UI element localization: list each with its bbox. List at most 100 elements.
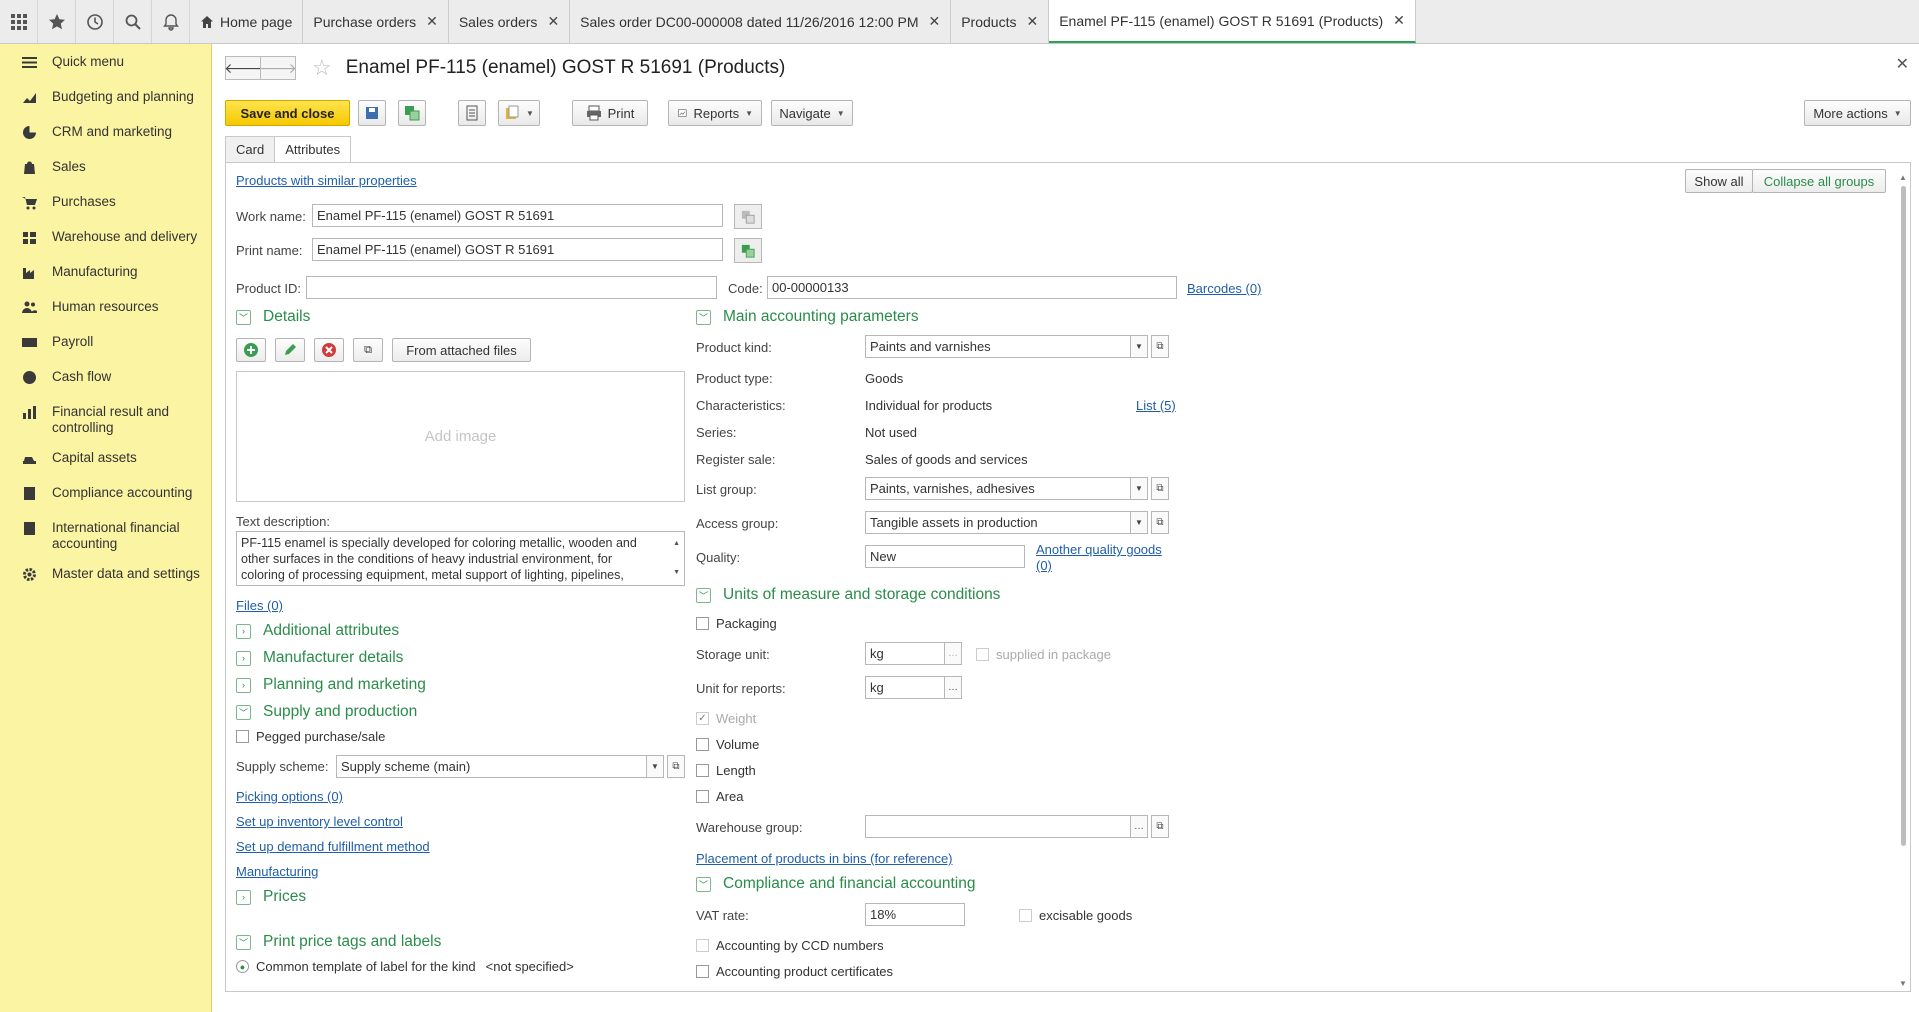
label-template-radio[interactable]: ● Common template of label for the kind <n… bbox=[236, 959, 574, 974]
close-tab-icon[interactable]: ✕ bbox=[426, 13, 438, 30]
apps-grid-icon[interactable] bbox=[0, 0, 38, 43]
supply-scheme-open-icon[interactable]: ⧉ bbox=[667, 755, 685, 778]
sidebar-item-warehouse[interactable]: Warehouse and delivery bbox=[0, 222, 211, 257]
create-based-on-icon[interactable]: ▼ bbox=[498, 100, 540, 126]
product-kind-open-icon[interactable]: ⧉ bbox=[1151, 335, 1169, 358]
unit-reports-input[interactable]: kg bbox=[865, 676, 945, 699]
barcodes-link[interactable]: Barcodes (0) bbox=[1187, 281, 1261, 296]
more-actions-button[interactable]: More actions ▼ bbox=[1804, 100, 1911, 126]
print-name-input[interactable]: Enamel PF-115 (enamel) GOST R 51691 bbox=[312, 238, 723, 261]
favorite-star-icon[interactable]: ☆ bbox=[312, 55, 332, 81]
print-tags-group[interactable]: ﹀ Print price tags and labels bbox=[236, 933, 441, 951]
details-group-header[interactable]: ﹀ Details bbox=[236, 308, 310, 326]
excisable-checkbox[interactable]: excisable goods bbox=[1019, 908, 1132, 923]
close-tab-icon[interactable]: ✕ bbox=[1026, 13, 1038, 30]
reports-button[interactable]: Reports ▼ bbox=[668, 100, 762, 126]
warehouse-group-select-button[interactable]: … bbox=[1130, 815, 1148, 838]
placement-bins-link[interactable]: Placement of products in bins (for refer… bbox=[696, 851, 953, 866]
close-form-icon[interactable]: ✕ bbox=[1896, 54, 1909, 74]
search-icon[interactable] bbox=[114, 0, 152, 43]
close-tab-icon[interactable]: ✕ bbox=[1393, 12, 1405, 29]
tab-sales-order-doc[interactable]: Sales order DC00-000008 dated 11/26/2016… bbox=[570, 0, 952, 43]
sidebar-item-compliance[interactable]: Compliance accounting bbox=[0, 478, 211, 513]
prices-group[interactable]: › Prices bbox=[236, 888, 306, 906]
sidebar-item-quick-menu[interactable]: Quick menu bbox=[0, 47, 211, 82]
tab-attributes[interactable]: Attributes bbox=[274, 136, 352, 162]
copy-icon[interactable] bbox=[398, 100, 426, 126]
copy-name-icon[interactable] bbox=[734, 204, 762, 229]
scrollbar-thumb[interactable] bbox=[1900, 186, 1906, 846]
compliance-group[interactable]: ﹀ Compliance and financial accounting bbox=[696, 875, 975, 893]
product-kind-dropdown[interactable]: ▼ bbox=[1130, 335, 1148, 358]
storage-unit-input[interactable]: kg bbox=[865, 642, 945, 665]
textarea-scroll-up-icon[interactable]: ▲ bbox=[673, 536, 680, 552]
edit-image-icon[interactable] bbox=[275, 338, 305, 362]
sidebar-item-budgeting[interactable]: Budgeting and planning bbox=[0, 82, 211, 117]
planning-marketing-group[interactable]: › Planning and marketing bbox=[236, 676, 426, 694]
forward-button[interactable]: 🡒 bbox=[259, 56, 297, 80]
sidebar-item-financial-result[interactable]: Financial result and controlling bbox=[0, 397, 211, 443]
pegged-checkbox[interactable]: Pegged purchase/sale bbox=[236, 729, 385, 744]
access-group-input[interactable]: Tangible assets in production bbox=[865, 511, 1131, 534]
similar-products-link[interactable]: Products with similar properties bbox=[236, 173, 417, 188]
product-id-input[interactable] bbox=[306, 276, 717, 299]
length-checkbox[interactable]: Length bbox=[696, 763, 756, 778]
unit-reports-select-button[interactable]: … bbox=[944, 676, 962, 699]
sidebar-item-master-data[interactable]: Master data and settings bbox=[0, 559, 211, 594]
additional-attributes-group[interactable]: › Additional attributes bbox=[236, 622, 399, 640]
back-button[interactable]: 🡐 bbox=[224, 56, 262, 80]
list-report-icon[interactable] bbox=[458, 100, 486, 126]
history-icon[interactable] bbox=[76, 0, 114, 43]
close-tab-icon[interactable]: ✕ bbox=[928, 13, 940, 30]
sidebar-item-cash-flow[interactable]: Cash flow bbox=[0, 362, 211, 397]
access-group-open-icon[interactable]: ⧉ bbox=[1151, 511, 1169, 534]
tab-purchase-orders[interactable]: Purchase orders ✕ bbox=[303, 0, 449, 43]
image-placeholder[interactable]: Add image bbox=[236, 371, 685, 502]
units-group[interactable]: ﹀ Units of measure and storage conditions bbox=[696, 586, 1000, 604]
code-input[interactable]: 00-00000133 bbox=[767, 276, 1177, 299]
show-all-button[interactable]: Show all bbox=[1685, 169, 1753, 193]
textarea-scroll-down-icon[interactable]: ▼ bbox=[673, 565, 680, 581]
scroll-up-icon[interactable]: ▲ bbox=[1898, 173, 1908, 182]
area-checkbox[interactable]: Area bbox=[696, 789, 743, 804]
ccd-checkbox[interactable]: Accounting by CCD numbers bbox=[696, 938, 884, 953]
open-image-icon[interactable]: ⧉ bbox=[353, 338, 383, 362]
characteristics-list-link[interactable]: List (5) bbox=[1136, 398, 1176, 413]
demand-fulfillment-link[interactable]: Set up demand fulfillment method bbox=[236, 839, 430, 854]
copy-print-name-icon[interactable] bbox=[734, 238, 762, 263]
certificates-checkbox[interactable]: Accounting product certificates bbox=[696, 964, 893, 979]
quality-input[interactable]: New bbox=[865, 545, 1025, 568]
sidebar-item-purchases[interactable]: Purchases bbox=[0, 187, 211, 222]
sidebar-item-payroll[interactable]: Payroll bbox=[0, 327, 211, 362]
tab-card[interactable]: Card bbox=[225, 136, 276, 162]
supplied-in-package-checkbox[interactable]: supplied in package bbox=[976, 647, 1111, 662]
manufacturing-link[interactable]: Manufacturing bbox=[236, 864, 318, 879]
vat-rate-input[interactable]: 18% bbox=[865, 903, 965, 926]
another-quality-count-link[interactable]: (0) bbox=[1036, 558, 1052, 573]
list-group-input[interactable]: Paints, varnishes, adhesives bbox=[865, 477, 1131, 500]
another-quality-link[interactable]: Another quality goods bbox=[1036, 542, 1162, 557]
tab-enamel-product[interactable]: Enamel PF-115 (enamel) GOST R 51691 (Pro… bbox=[1049, 0, 1416, 43]
print-button[interactable]: Print bbox=[572, 100, 648, 126]
close-tab-icon[interactable]: ✕ bbox=[547, 13, 559, 30]
manufacturer-details-group[interactable]: › Manufacturer details bbox=[236, 649, 403, 667]
inventory-level-link[interactable]: Set up inventory level control bbox=[236, 814, 403, 829]
main-accounting-group[interactable]: ﹀ Main accounting parameters bbox=[696, 308, 919, 326]
tab-home-page[interactable]: Home page bbox=[190, 0, 304, 43]
text-description-input[interactable]: PF-115 enamel is specially developed for… bbox=[236, 531, 685, 586]
weight-checkbox[interactable]: ✓ Weight bbox=[696, 711, 756, 726]
collapse-all-groups-button[interactable]: Collapse all groups bbox=[1752, 169, 1886, 193]
favorites-star-icon[interactable] bbox=[38, 0, 76, 43]
warehouse-group-input[interactable] bbox=[865, 815, 1133, 838]
volume-checkbox[interactable]: Volume bbox=[696, 737, 759, 752]
work-name-input[interactable]: Enamel PF-115 (enamel) GOST R 51691 bbox=[312, 204, 723, 227]
packaging-checkbox[interactable]: Packaging bbox=[696, 616, 777, 631]
tab-sales-orders[interactable]: Sales orders ✕ bbox=[448, 0, 571, 43]
storage-unit-select-button[interactable]: … bbox=[944, 642, 962, 665]
warehouse-group-open-icon[interactable]: ⧉ bbox=[1151, 815, 1169, 838]
sidebar-item-sales[interactable]: Sales bbox=[0, 152, 211, 187]
save-and-close-button[interactable]: Save and close bbox=[225, 100, 350, 126]
sidebar-item-manufacturing[interactable]: Manufacturing bbox=[0, 257, 211, 292]
supply-production-group[interactable]: ﹀ Supply and production bbox=[236, 703, 417, 721]
list-group-dropdown[interactable]: ▼ bbox=[1130, 477, 1148, 500]
